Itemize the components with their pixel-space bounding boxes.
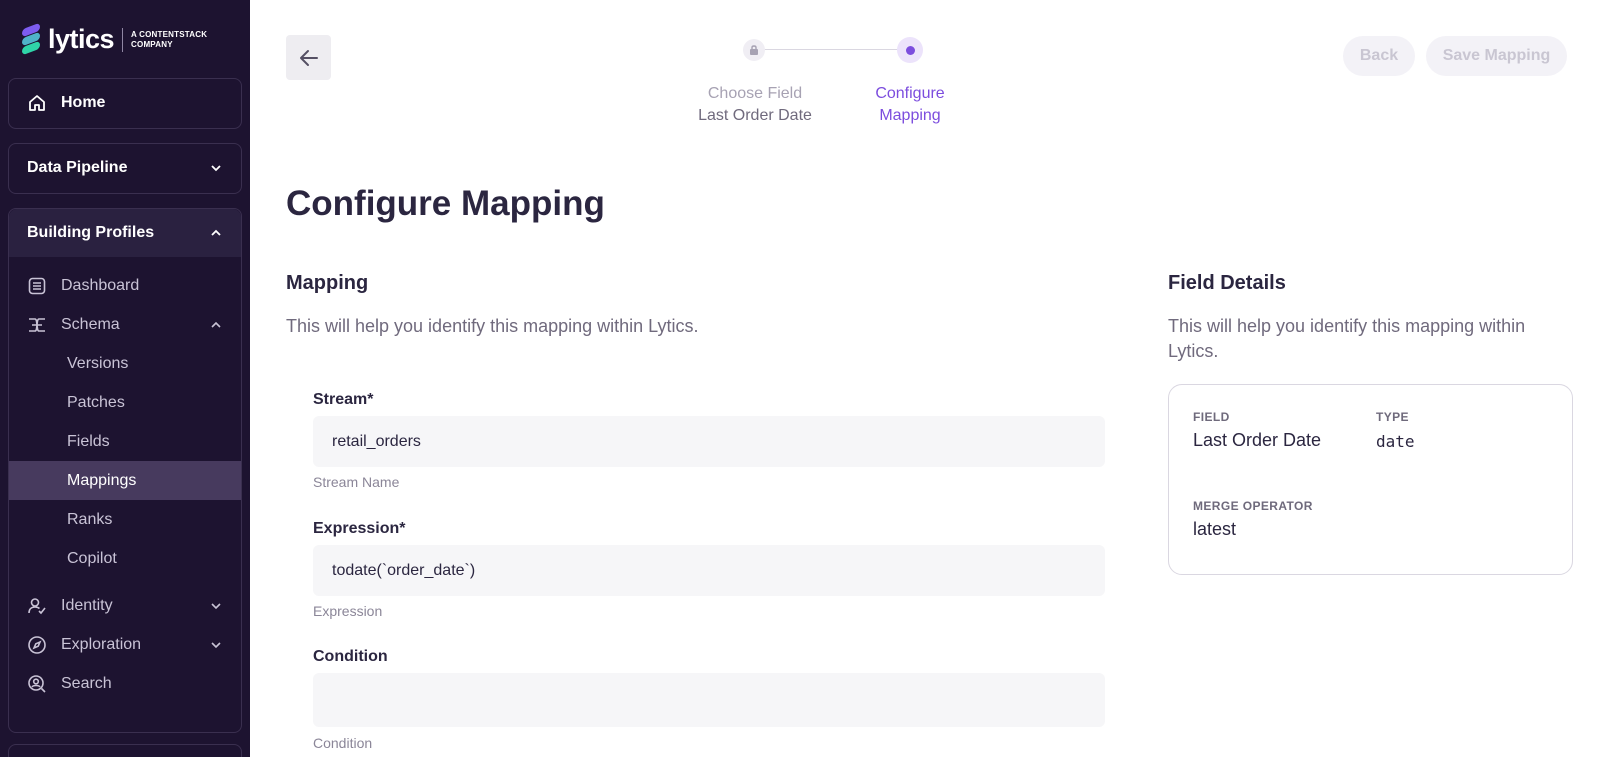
sidebar-item-copilot[interactable]: Copilot bbox=[9, 539, 241, 578]
back-button[interactable]: Back bbox=[1343, 36, 1415, 76]
step-1-title: Choose Field bbox=[707, 85, 803, 102]
sidebar-home-card: Home bbox=[8, 78, 242, 129]
sidebar-item-search-label: Search bbox=[61, 674, 112, 692]
sidebar-item-ranks[interactable]: Ranks bbox=[9, 500, 241, 539]
sidebar-building-profiles-card: Building Profiles Dashboard Schema Versi… bbox=[8, 208, 242, 733]
stream-help-text: Stream Name bbox=[313, 474, 400, 490]
expression-required-mark: * bbox=[399, 520, 406, 537]
sidebar-item-versions[interactable]: Versions bbox=[9, 344, 241, 383]
brand-name: lytics bbox=[48, 24, 115, 54]
stream-label-text: Stream bbox=[313, 391, 368, 408]
brand-tagline: A CONTENTSTACK COMPANY bbox=[131, 30, 207, 50]
page-title: Configure Mapping bbox=[286, 184, 605, 223]
sidebar-item-exploration[interactable]: Exploration bbox=[9, 625, 241, 664]
condition-help-text: Condition bbox=[313, 735, 373, 751]
save-mapping-button[interactable]: Save Mapping bbox=[1426, 36, 1567, 76]
field-details-title: Field Details bbox=[1168, 272, 1286, 294]
field-caption: FIELD bbox=[1193, 410, 1230, 424]
sidebar-item-exploration-label: Exploration bbox=[61, 635, 142, 653]
field-details-description-line2: Lytics. bbox=[1168, 341, 1219, 361]
home-icon bbox=[27, 93, 47, 113]
stream-label: Stream* bbox=[313, 391, 373, 409]
expression-label-text: Expression bbox=[313, 520, 400, 537]
sidebar: lytics A CONTENTSTACK COMPANY Home Data … bbox=[0, 0, 250, 757]
field-value: Last Order Date bbox=[1193, 430, 1322, 450]
stepper: Choose Field Last Order Date Configure M… bbox=[680, 36, 980, 136]
step-2-label[interactable]: Configure Mapping bbox=[850, 83, 970, 127]
expression-help-text: Expression bbox=[313, 603, 383, 619]
sidebar-data-pipeline-card: Data Pipeline bbox=[8, 143, 242, 194]
sidebar-item-identity-label: Identity bbox=[61, 596, 113, 614]
type-value: date bbox=[1376, 432, 1415, 451]
brand-tagline-line1: A CONTENTSTACK bbox=[131, 29, 208, 39]
chevron-down-icon bbox=[209, 638, 223, 652]
sidebar-item-search[interactable]: Search bbox=[9, 664, 241, 703]
type-caption: TYPE bbox=[1376, 410, 1409, 424]
lock-icon bbox=[750, 45, 758, 55]
field-details-description-line1: This will help you identify this mapping… bbox=[1168, 316, 1526, 336]
sidebar-item-home-label: Home bbox=[61, 94, 106, 111]
sidebar-item-dashboard-label: Dashboard bbox=[61, 276, 140, 294]
chevron-down-icon bbox=[209, 599, 223, 613]
condition-label: Condition bbox=[313, 648, 388, 665]
sidebar-item-patches[interactable]: Patches bbox=[9, 383, 241, 422]
search-icon bbox=[27, 674, 47, 694]
step-1-label[interactable]: Choose Field Last Order Date bbox=[680, 83, 830, 127]
field-details-description: This will help you identify this mapping… bbox=[1168, 314, 1578, 364]
step-1-value: Last Order Date bbox=[698, 107, 812, 124]
mapping-section-description: This will help you identify this mapping… bbox=[286, 316, 699, 336]
expression-label: Expression* bbox=[313, 520, 406, 538]
step-2-title-line2: Mapping bbox=[879, 107, 941, 124]
sidebar-item-building-profiles[interactable]: Building Profiles bbox=[9, 209, 241, 257]
sidebar-next-card[interactable] bbox=[8, 744, 242, 757]
field-details-card: FIELD Last Order Date TYPE date MERGE OP… bbox=[1168, 384, 1573, 575]
chevron-up-icon bbox=[209, 318, 223, 332]
sidebar-item-building-profiles-label: Building Profiles bbox=[27, 224, 155, 241]
sidebar-item-dashboard[interactable]: Dashboard bbox=[9, 266, 241, 305]
lytics-logo-mark-icon bbox=[22, 22, 42, 55]
step-2-title-line1: Configure bbox=[875, 85, 945, 102]
step-1-lock-indicator[interactable] bbox=[743, 39, 765, 61]
sidebar-item-identity[interactable]: Identity bbox=[9, 586, 241, 625]
sidebar-item-data-pipeline[interactable]: Data Pipeline bbox=[9, 144, 241, 192]
back-arrow-button[interactable] bbox=[286, 35, 331, 80]
stream-required-mark: * bbox=[367, 391, 374, 408]
sidebar-item-schema-label: Schema bbox=[61, 315, 120, 333]
sidebar-item-mappings[interactable]: Mappings bbox=[9, 461, 241, 500]
schema-icon bbox=[27, 315, 47, 335]
condition-input[interactable] bbox=[313, 673, 1105, 727]
sidebar-item-schema[interactable]: Schema bbox=[9, 305, 241, 344]
lytics-logo[interactable]: lytics A CONTENTSTACK COMPANY bbox=[22, 22, 207, 55]
chevron-down-icon bbox=[209, 161, 223, 175]
merge-operator-value: latest bbox=[1193, 519, 1237, 539]
dashboard-icon bbox=[27, 276, 47, 296]
compass-icon bbox=[27, 635, 47, 655]
sidebar-item-home[interactable]: Home bbox=[9, 79, 241, 127]
arrow-left-icon bbox=[299, 49, 318, 66]
mapping-section-title: Mapping bbox=[286, 272, 369, 294]
sidebar-item-data-pipeline-label: Data Pipeline bbox=[27, 159, 128, 176]
step-2-current-indicator[interactable] bbox=[897, 37, 923, 63]
main-content: Choose Field Last Order Date Configure M… bbox=[250, 0, 1600, 757]
stream-input[interactable]: retail_orders bbox=[313, 416, 1105, 467]
identity-icon bbox=[27, 596, 47, 616]
brand-tagline-line2: COMPANY bbox=[131, 39, 173, 49]
sidebar-item-fields[interactable]: Fields bbox=[9, 422, 241, 461]
chevron-up-icon bbox=[209, 226, 223, 240]
merge-operator-caption: MERGE OPERATOR bbox=[1193, 499, 1313, 513]
stepper-connector bbox=[757, 49, 905, 50]
expression-input[interactable]: todate(`order_date`) bbox=[313, 545, 1105, 596]
logo-divider bbox=[122, 27, 124, 52]
